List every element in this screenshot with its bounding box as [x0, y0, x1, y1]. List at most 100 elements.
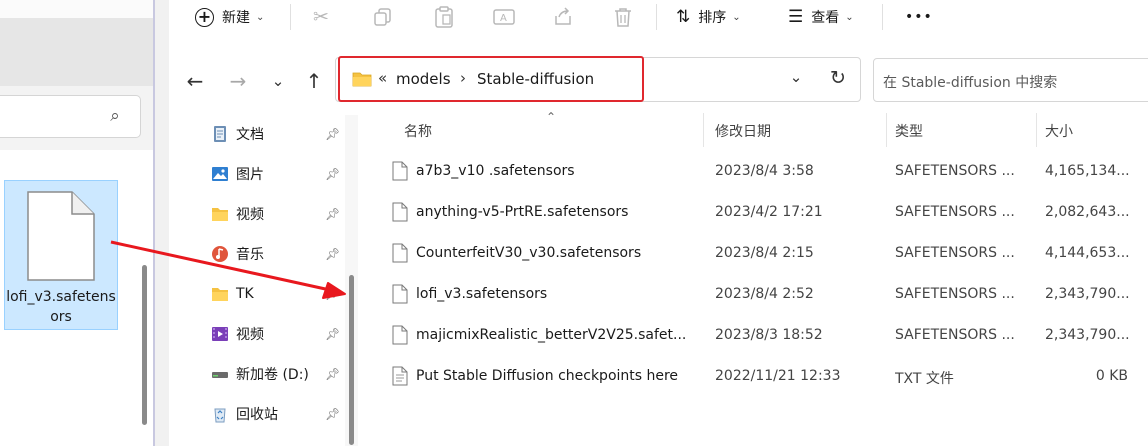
column-divider[interactable] [703, 113, 704, 147]
forward-button[interactable]: → [223, 66, 253, 96]
file-icon [392, 325, 408, 345]
nav-item-label: 新加卷 (D:) [236, 367, 309, 383]
nav-item-pictures[interactable]: 图片 [211, 162, 341, 186]
nav-item-videos[interactable]: 视频 [211, 322, 341, 346]
file-size: 2,082,643... [1045, 204, 1130, 220]
file-name: CounterfeitV30_v30.safetensors [416, 245, 642, 261]
recycle-bin-icon [214, 408, 226, 423]
chevron-down-icon: ⌄ [845, 11, 854, 23]
view-button-label: 查看 [811, 10, 840, 26]
copy-button[interactable] [373, 0, 393, 34]
file-row[interactable]: a7b3_v10 .safetensors 2023/8/4 3:58 SAFE… [372, 151, 1148, 192]
arrow-right-icon: → [229, 69, 247, 93]
column-header-name[interactable]: 名称 [404, 121, 432, 141]
arrow-up-icon: ↑ [305, 69, 323, 93]
file-date: 2023/8/3 18:52 [715, 327, 823, 343]
chevron-down-icon: ⌄ [732, 11, 741, 23]
pin-icon[interactable]: 📌︎ [325, 167, 340, 181]
background-window-header [0, 18, 153, 86]
pin-icon[interactable]: 📌︎ [325, 327, 340, 341]
up-button[interactable]: ↑ [299, 66, 329, 96]
window-gutter [155, 0, 169, 446]
back-button[interactable]: ← [180, 66, 210, 96]
file-icon [392, 243, 408, 263]
pictures-icon [212, 167, 228, 181]
documents-icon [214, 126, 226, 142]
view-icon: ☰ [788, 7, 804, 27]
pin-icon[interactable]: 📌︎ [325, 367, 340, 381]
folder-icon [212, 288, 228, 301]
file-size: 0 KB [1095, 368, 1128, 384]
column-header-date[interactable]: 修改日期 [715, 121, 771, 141]
nav-item-recycle-bin[interactable]: 回收站 [211, 402, 341, 426]
nav-item-label: 文档 [236, 127, 264, 143]
delete-icon [615, 7, 631, 27]
nav-item-videos-folder[interactable]: 视频 [211, 202, 341, 226]
paste-button[interactable] [434, 0, 454, 34]
file-row[interactable]: Put Stable Diffusion checkpoints here 20… [372, 356, 1148, 397]
view-button[interactable]: ☰ 查看 ⌄ [788, 0, 854, 34]
music-icon [212, 246, 228, 262]
file-icon [392, 284, 408, 304]
pin-icon[interactable]: 📌︎ [325, 207, 340, 221]
nav-item-label: 回收站 [236, 407, 278, 423]
file-name: Put Stable Diffusion checkpoints here [416, 368, 679, 384]
file-row[interactable]: majicmixRealistic_betterV2V25.safet... 2… [372, 315, 1148, 356]
arrow-left-icon: ← [186, 69, 204, 93]
plus-circle-icon: + [195, 7, 214, 27]
nav-item-label: 音乐 [236, 247, 264, 263]
file-row[interactable]: lofi_v3.safetensors 2023/8/4 2:52 SAFETE… [372, 274, 1148, 315]
background-scrollbar[interactable] [142, 265, 147, 425]
column-header-type[interactable]: 类型 [895, 121, 923, 141]
file-row[interactable]: anything-v5-PrtRE.safetensors 2023/4/2 1… [372, 192, 1148, 233]
refresh-button[interactable]: ↻ [826, 67, 850, 91]
recent-locations-button[interactable]: ⌄ [263, 66, 293, 96]
file-date: 2022/11/21 12:33 [715, 368, 841, 384]
cut-icon: ✂ [313, 6, 329, 28]
chevron-down-icon: ⌄ [789, 68, 803, 86]
sort-button-label: 排序 [698, 10, 727, 26]
file-name: a7b3_v10 .safetensors [416, 163, 575, 179]
file-name: lofi_v3.safetensors [416, 286, 548, 302]
file-type: SAFETENSORS ... [895, 204, 1015, 220]
file-row[interactable]: CounterfeitV30_v30.safetensors 2023/8/4 … [372, 233, 1148, 274]
pin-icon[interactable]: 📌︎ [325, 247, 340, 261]
pin-icon[interactable]: 📌︎ [325, 287, 340, 301]
file-date: 2023/8/4 3:58 [715, 163, 814, 179]
nav-item-drive-d[interactable]: 新加卷 (D:) [211, 362, 341, 386]
chevron-down-icon: ⌄ [271, 72, 285, 90]
cut-button[interactable]: ✂ [313, 0, 329, 34]
file-date: 2023/8/4 2:52 [715, 286, 814, 302]
sort-button[interactable]: ⇅ 排序 ⌄ [676, 0, 741, 34]
new-button[interactable]: + 新建 ⌄ [195, 0, 264, 34]
file-date: 2023/4/2 17:21 [715, 204, 823, 220]
address-dropdown-button[interactable]: ⌄ [786, 68, 806, 90]
nav-item-music[interactable]: 音乐 [211, 242, 341, 266]
address-highlight-annotation [338, 56, 644, 102]
search-placeholder: 在 Stable-diffusion 中搜索 [883, 75, 1058, 91]
pin-icon[interactable]: 📌︎ [325, 127, 340, 141]
column-divider[interactable] [1036, 113, 1037, 147]
nav-item-tk[interactable]: TK [211, 282, 341, 306]
refresh-icon: ↻ [830, 67, 846, 89]
rename-button[interactable]: A [493, 0, 515, 34]
share-button[interactable] [553, 0, 573, 34]
file-type: TXT 文件 [895, 371, 954, 387]
file-icon [392, 202, 408, 222]
nav-scrollbar[interactable] [349, 275, 354, 445]
nav-item-documents[interactable]: 文档 [211, 122, 341, 146]
column-divider[interactable] [886, 113, 887, 147]
search-icon[interactable]: ⌕ [106, 106, 124, 126]
pin-icon[interactable]: 📌︎ [325, 407, 340, 421]
rename-icon: A [493, 9, 515, 25]
folder-icon [212, 208, 228, 221]
file-type: SAFETENSORS ... [895, 163, 1015, 179]
toolbar-divider [656, 4, 657, 30]
delete-button[interactable] [613, 0, 633, 34]
videos-icon [212, 327, 228, 341]
toolbar-divider [882, 4, 883, 30]
column-header-size[interactable]: 大小 [1045, 121, 1073, 141]
selected-file-label: lofi_v3.safetensors [6, 289, 116, 325]
more-button[interactable]: ••• [905, 0, 933, 34]
file-type: SAFETENSORS ... [895, 327, 1015, 343]
